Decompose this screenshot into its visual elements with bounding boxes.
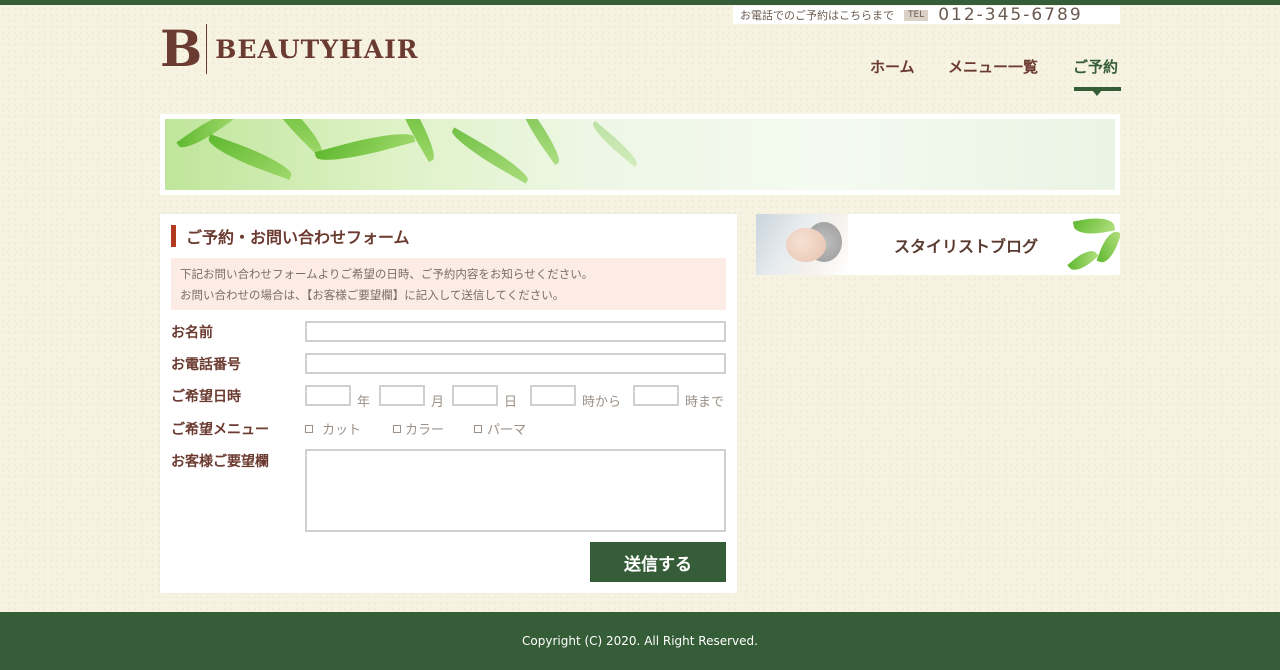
day-unit: 日 xyxy=(504,395,518,410)
menu-option-cut[interactable]: カット xyxy=(305,419,361,438)
site-footer: Copyright (C) 2020. All Right Reserved. xyxy=(0,612,1280,670)
date-label: ご希望日時 xyxy=(171,389,241,405)
nav-active-caret-icon xyxy=(1092,90,1102,96)
tel-badge: TEL xyxy=(904,9,929,21)
menu-option-label: カット xyxy=(322,423,362,438)
phone-input[interactable] xyxy=(305,353,726,374)
logo-divider xyxy=(206,24,208,74)
leaf-shape xyxy=(515,119,565,166)
logo-text: BEAUTYHAIR xyxy=(215,34,419,64)
leaf-shape xyxy=(447,127,533,184)
menu-option-perm[interactable]: パーマ xyxy=(474,419,526,438)
site-logo[interactable]: B BEAUTYHAIR xyxy=(160,22,419,76)
request-label: お客様ご要望欄 xyxy=(171,454,269,470)
stylist-blog-banner[interactable]: スタイリストブログ xyxy=(756,214,1120,275)
nav-item-home[interactable]: ホーム xyxy=(870,56,915,77)
blog-photo-image xyxy=(756,214,848,275)
name-label: お名前 xyxy=(171,325,213,341)
tel-strip: お電話でのご予約はこちらまで TEL 012-345-6789 xyxy=(733,5,1120,25)
time-from-unit: 時から xyxy=(582,395,622,410)
hero-banner xyxy=(160,114,1120,195)
time-to-input[interactable] xyxy=(633,385,679,406)
photo-face-shape xyxy=(786,228,826,262)
form-title: ご予約・お問い合わせフォーム xyxy=(186,228,410,247)
nav-item-menu[interactable]: メニュー一覧 xyxy=(948,56,1038,77)
month-unit: 月 xyxy=(431,395,445,410)
phone-label: お電話番号 xyxy=(171,357,241,373)
nav-item-reservation[interactable]: ご予約 xyxy=(1073,56,1118,77)
menu-option-label: カラー xyxy=(405,423,445,438)
copyright-text: Copyright (C) 2020. All Right Reserved. xyxy=(522,634,758,648)
leaf-shape xyxy=(588,120,642,168)
year-input[interactable] xyxy=(305,385,351,406)
menu-option-label: パーマ xyxy=(487,423,527,438)
top-accent-bar xyxy=(0,0,1280,5)
checkbox-icon[interactable] xyxy=(393,424,401,433)
tel-note: お電話でのご予約はこちらまで xyxy=(740,9,894,22)
logo-letter: B xyxy=(160,19,203,78)
form-heading: ご予約・お問い合わせフォーム xyxy=(171,225,410,247)
checkbox-icon[interactable] xyxy=(474,424,482,433)
year-unit: 年 xyxy=(357,395,371,410)
menu-option-color[interactable]: カラー xyxy=(393,419,444,438)
day-input[interactable] xyxy=(452,385,498,406)
bamboo-leaves-image xyxy=(165,119,1115,190)
leaf-shape xyxy=(204,134,296,180)
leaf-icon xyxy=(1067,245,1099,275)
leaf-shape xyxy=(314,126,416,168)
month-input[interactable] xyxy=(379,385,425,406)
request-textarea[interactable] xyxy=(305,449,726,532)
form-notice: 下記お問い合わせフォームよりご希望の日時、ご予約内容をお知らせください。 お問い… xyxy=(171,258,726,310)
time-to-unit: 時まで xyxy=(685,395,725,410)
time-from-input[interactable] xyxy=(530,385,576,406)
heading-accent-bar xyxy=(171,225,176,247)
menu-label: ご希望メニュー xyxy=(171,422,269,438)
notice-line: お問い合わせの場合は、【お客様ご要望欄】に記入して送信してください。 xyxy=(180,288,565,302)
name-input[interactable] xyxy=(305,321,726,342)
submit-button[interactable]: 送信する xyxy=(590,542,726,582)
leaf-icon xyxy=(1096,228,1120,266)
blog-banner-label: スタイリストブログ xyxy=(894,237,1039,256)
notice-line: 下記お問い合わせフォームよりご希望の日時、ご予約内容をお知らせください。 xyxy=(180,267,594,281)
tel-number: 012-345-6789 xyxy=(938,5,1083,25)
reservation-form-panel: ご予約・お問い合わせフォーム 下記お問い合わせフォームよりご希望の日時、ご予約内… xyxy=(160,214,737,593)
checkbox-icon[interactable] xyxy=(305,424,313,433)
